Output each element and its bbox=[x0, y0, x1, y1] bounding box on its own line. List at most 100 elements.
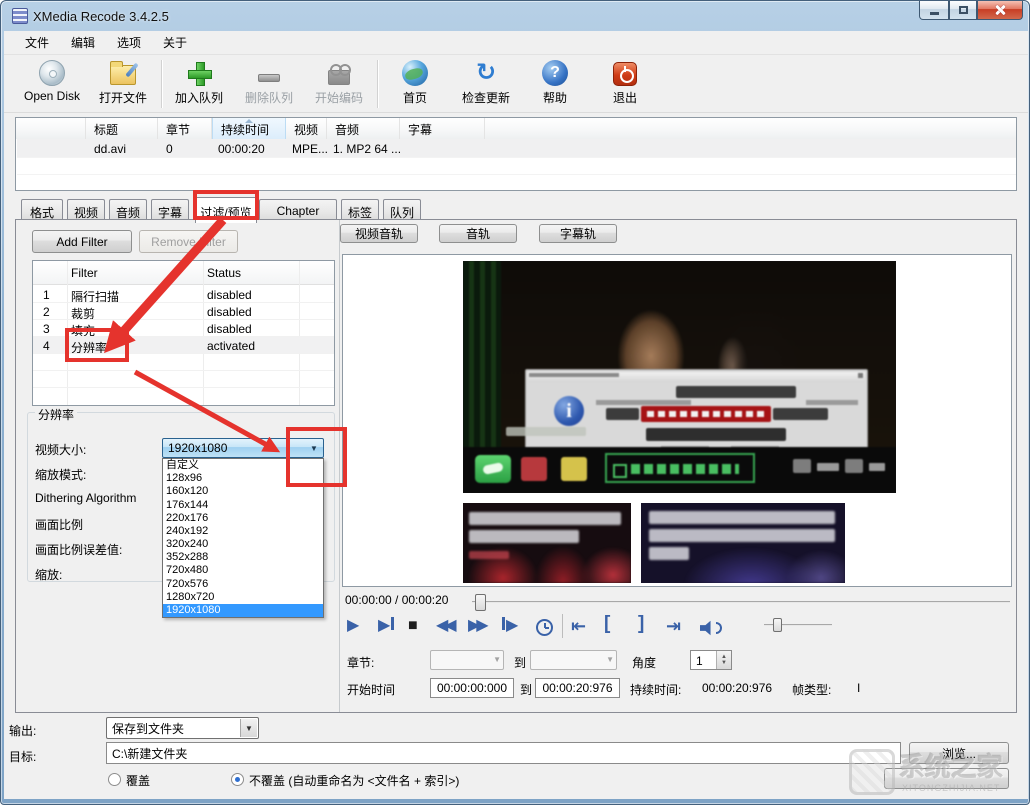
overwrite-label: 覆盖 bbox=[126, 772, 150, 789]
output-label: 输出: bbox=[9, 722, 36, 739]
row-line bbox=[33, 353, 334, 354]
stop-button[interactable]: ■ bbox=[408, 616, 418, 636]
angle-spinner[interactable]: 1 ▲▼ bbox=[690, 650, 732, 670]
target-path-input[interactable]: C:\新建文件夹 bbox=[106, 742, 901, 764]
header-label: 章节 bbox=[166, 123, 190, 137]
volume-slider-thumb[interactable] bbox=[773, 618, 782, 632]
time-display: 00:00:00 / 00:00:20 bbox=[345, 593, 448, 607]
menu-about[interactable]: 关于 bbox=[152, 31, 198, 54]
end-time-value: 00:00:20:976 bbox=[542, 681, 612, 695]
chevron-down-icon[interactable]: ▼ bbox=[306, 440, 322, 456]
dropdown-option[interactable]: 160x120 bbox=[163, 485, 323, 498]
menu-options[interactable]: 选项 bbox=[106, 31, 152, 54]
toolbar-remove-queue-button[interactable]: 删除队列 bbox=[238, 59, 300, 110]
toolbar-check-update-button[interactable]: ↻ 检查更新 bbox=[452, 59, 520, 110]
seek-slider-thumb[interactable] bbox=[475, 594, 486, 611]
transport-separator bbox=[562, 614, 563, 638]
tab-label: 过滤/预览 bbox=[200, 206, 251, 220]
start-time-input[interactable]: 00:00:00:000 bbox=[430, 678, 514, 698]
dropdown-option[interactable]: 自定义 bbox=[163, 459, 323, 472]
subtitle-track-button[interactable]: 字幕轨 bbox=[539, 224, 617, 243]
toolbar-home-button[interactable]: 首页 bbox=[386, 59, 444, 110]
toolbar-add-queue-button[interactable]: 加入队列 bbox=[168, 59, 230, 110]
dropdown-option[interactable]: 128x96 bbox=[163, 472, 323, 485]
close-icon bbox=[994, 4, 1006, 16]
add-filter-button[interactable]: Add Filter bbox=[32, 230, 132, 253]
toolbar-label: Open Disk bbox=[24, 89, 80, 103]
play-button[interactable]: ▶ bbox=[347, 616, 359, 636]
toolbar-exit-button[interactable]: 退出 bbox=[594, 59, 656, 110]
green-caption-box bbox=[605, 453, 755, 483]
video-size-dropdown-list[interactable]: 自定义 128x96 160x120 176x144 220x176 240x1… bbox=[162, 458, 324, 618]
window-title: XMedia Recode 3.4.2.5 bbox=[33, 9, 169, 24]
browse-button[interactable]: 浏览... bbox=[909, 742, 1009, 764]
dropdown-option[interactable]: 320x240 bbox=[163, 538, 323, 551]
goto-end-mark-button[interactable]: ⇥ bbox=[666, 616, 681, 636]
toolbar-help-button[interactable]: ? 帮助 bbox=[526, 59, 584, 110]
job-list[interactable]: 标题 章节 持续时间 视频 音频 字幕 dd.avi 0 00:00:20 MP… bbox=[15, 117, 1017, 191]
audio-track-button[interactable]: 音轨 bbox=[439, 224, 517, 243]
mark-end-button[interactable]: ] bbox=[638, 614, 644, 634]
chevron-down-icon[interactable]: ▼ bbox=[240, 719, 257, 737]
tab-filter-preview[interactable]: 过滤/预览 bbox=[195, 197, 257, 223]
dropdown-option[interactable]: 220x176 bbox=[163, 512, 323, 525]
obscured-button[interactable] bbox=[884, 768, 1009, 789]
rewind-button[interactable]: ◀◀ bbox=[436, 616, 453, 636]
dropdown-option[interactable]: 240x192 bbox=[163, 525, 323, 538]
clock-timer-button[interactable] bbox=[536, 619, 553, 636]
next-frame-button[interactable]: ▶ bbox=[378, 616, 394, 636]
column-header-title[interactable]: 标题 bbox=[86, 118, 158, 139]
column-header-audio[interactable]: 音频 bbox=[327, 118, 400, 139]
output-mode-combobox[interactable]: 保存到文件夹 ▼ bbox=[106, 717, 259, 739]
dropdown-option[interactable]: 352x288 bbox=[163, 551, 323, 564]
yellow-square-icon bbox=[561, 457, 587, 481]
toolbar-start-encode-button[interactable]: 开始编码 bbox=[308, 59, 370, 110]
chapter-to-combobox[interactable]: ▼ bbox=[530, 650, 617, 670]
chapter-from-combobox[interactable]: ▼ bbox=[430, 650, 504, 670]
goto-start-mark-button[interactable]: ⇤ bbox=[571, 616, 586, 636]
dropdown-option[interactable]: 720x480 bbox=[163, 564, 323, 577]
dropdown-option[interactable]: 1280x720 bbox=[163, 591, 323, 604]
no-overwrite-radio[interactable] bbox=[231, 773, 244, 786]
filter-status: activated bbox=[207, 339, 255, 353]
column-header-chapter[interactable]: 章节 bbox=[158, 118, 212, 139]
toolbar-open-file-button[interactable]: 打开文件 bbox=[92, 59, 154, 110]
angle-label: 角度 bbox=[632, 654, 656, 671]
menubar: 文件 编辑 选项 关于 bbox=[4, 31, 1028, 55]
end-time-input[interactable]: 00:00:20:976 bbox=[535, 678, 620, 698]
video-size-combobox[interactable]: 1920x1080 ▼ bbox=[162, 438, 324, 458]
overwrite-radio[interactable] bbox=[108, 773, 121, 786]
volume-icon[interactable] bbox=[700, 620, 717, 636]
filter-table[interactable]: Filter Status 1 隔行扫描 disabled 2 裁剪 disab… bbox=[32, 260, 335, 406]
fast-forward-button[interactable]: ▶▶ bbox=[468, 616, 485, 636]
start-time-value: 00:00:00:000 bbox=[437, 681, 507, 695]
seek-slider-track[interactable] bbox=[472, 601, 1010, 603]
dropdown-option-selected[interactable]: 1920x1080 bbox=[163, 604, 323, 617]
column-header-blank[interactable] bbox=[16, 118, 86, 139]
frame-type-label: 帧类型: bbox=[792, 681, 831, 698]
video-track-button[interactable]: 视频音轨 bbox=[340, 224, 418, 243]
menu-edit[interactable]: 编辑 bbox=[60, 31, 106, 54]
titlebar[interactable]: XMedia Recode 3.4.2.5 bbox=[1, 1, 1030, 31]
encode-camera-icon bbox=[325, 59, 353, 87]
toolbar-open-disk-button[interactable]: Open Disk bbox=[16, 59, 88, 110]
header-label: 视频 bbox=[294, 123, 318, 137]
column-header-duration[interactable]: 持续时间 bbox=[212, 118, 286, 139]
button-label: 音轨 bbox=[466, 225, 490, 242]
close-button[interactable] bbox=[977, 1, 1023, 20]
menu-file[interactable]: 文件 bbox=[14, 31, 60, 54]
dropdown-option[interactable]: 720x576 bbox=[163, 578, 323, 591]
sort-ascending-icon bbox=[245, 119, 253, 123]
app-icon bbox=[12, 8, 28, 24]
step-forward-button[interactable]: ▶ bbox=[502, 616, 518, 636]
target-path-value: C:\新建文件夹 bbox=[112, 745, 187, 762]
column-header-video[interactable]: 视频 bbox=[286, 118, 327, 139]
dropdown-option[interactable]: 176x144 bbox=[163, 499, 323, 512]
column-header-subtitle[interactable]: 字幕 bbox=[400, 118, 485, 139]
maximize-button[interactable] bbox=[949, 1, 977, 20]
spinner-arrows-icon[interactable]: ▲▼ bbox=[716, 651, 731, 669]
remove-filter-button[interactable]: Remove Filter bbox=[139, 230, 238, 253]
minimize-button[interactable] bbox=[919, 1, 949, 20]
filter-preview-page: Add Filter Remove Filter Filter Status 1… bbox=[15, 219, 1017, 713]
mark-start-button[interactable]: [ bbox=[604, 614, 610, 634]
